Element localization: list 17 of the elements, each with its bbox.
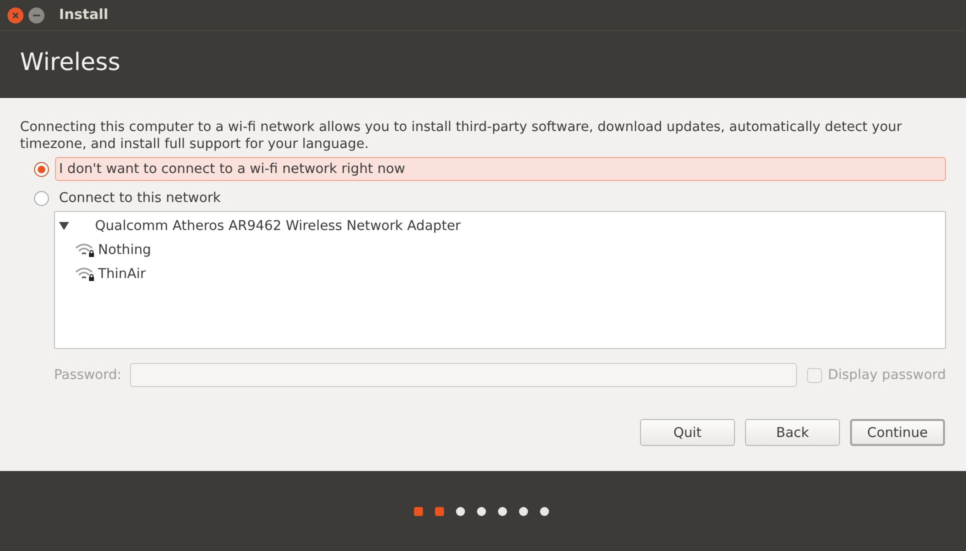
action-button[interactable]: Continue [850, 419, 945, 446]
network-name[interactable]: Nothing [98, 242, 152, 258]
close-icon[interactable] [7, 6, 24, 24]
minimize-icon[interactable] [28, 6, 45, 24]
action-button[interactable]: Quit [640, 419, 735, 446]
radio-button[interactable] [34, 162, 49, 176]
intro-text: Connecting this computer to a wi-fi network allows you to install third-party software, download updates, automatically detect your timezone, and install full support for your language. [20, 119, 903, 153]
radio-button[interactable] [34, 190, 49, 206]
network-name[interactable]: ThinAir [98, 266, 146, 282]
window-title: Install [59, 7, 108, 23]
page-title: Wireless [20, 48, 120, 76]
option-label[interactable]: I don't want to connect to a wi-fi network right now [55, 157, 946, 181]
option-label[interactable]: Connect to this network [55, 186, 946, 210]
adapter-name[interactable]: Qualcomm Atheros AR9462 Wireless Network Adapter [95, 218, 461, 234]
expanded-triangle-icon[interactable] [59, 222, 69, 230]
action-button[interactable]: Back [745, 419, 840, 446]
password-label: Password: [54, 367, 122, 383]
